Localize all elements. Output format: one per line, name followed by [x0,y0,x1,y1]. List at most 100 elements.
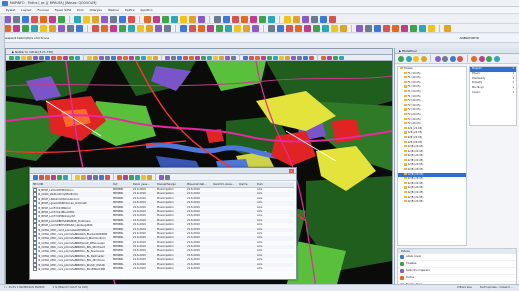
tool-button-icon[interactable] [51,174,56,180]
tool-button-icon[interactable] [365,24,372,32]
tool-button-icon[interactable] [153,15,160,23]
tool-button-icon[interactable] [45,55,50,60]
close-icon[interactable]: × [289,169,294,173]
tool-button-icon[interactable] [249,55,254,60]
tool-button-icon[interactable] [471,55,477,62]
tool-button-icon[interactable] [99,174,104,180]
tool-button-icon[interactable] [101,24,108,32]
tool-button-icon[interactable] [434,55,441,62]
tool-button-icon[interactable] [58,24,65,32]
task-item[interactable]: Tlreatsa [398,261,516,268]
tool-button-icon[interactable] [63,55,68,60]
tool-button-icon[interactable] [444,24,451,32]
tool-button-icon[interactable] [457,55,463,62]
tool-button-icon[interactable] [155,24,162,32]
tool-button-icon[interactable] [189,15,196,23]
layer-dialog[interactable]: × Mtm MR Ovt Dekor yeev... Discaprifelar… [29,167,297,280]
tool-button-icon[interactable] [128,24,135,32]
tool-button-icon[interactable] [119,15,126,23]
menu-item[interactable]: Pelltre [125,7,134,14]
tool-button-icon[interactable] [45,174,50,180]
tool-button-icon[interactable] [92,15,99,23]
menu-item[interactable]: Ollaryes [90,7,102,14]
tool-button-icon[interactable] [420,55,427,62]
tool-button-icon[interactable] [39,55,44,60]
tool-button-icon[interactable] [83,15,90,23]
tool-button-icon[interactable] [189,24,196,32]
tool-button-icon[interactable] [331,24,338,32]
tool-button-icon[interactable] [198,24,205,32]
column-header[interactable]: Mtm MR [32,182,112,187]
tool-button-icon[interactable] [111,55,116,60]
tool-button-icon[interactable] [329,15,336,23]
tool-button-icon[interactable] [267,55,272,60]
tool-button-icon[interactable] [268,15,275,23]
tool-button-icon[interactable] [321,55,326,60]
tool-button-icon[interactable] [268,24,275,32]
tool-button-icon[interactable] [255,55,260,60]
tool-button-icon[interactable] [58,15,65,23]
tool-button-icon[interactable] [123,174,128,180]
tool-button-icon[interactable] [183,55,188,60]
tool-button-icon[interactable] [309,55,314,60]
tool-button-icon[interactable] [252,24,259,32]
tool-button-icon[interactable] [225,24,232,32]
tool-button-icon[interactable] [320,15,327,23]
tool-button-icon[interactable] [401,24,408,32]
menu-item[interactable]: Pnm [77,7,84,14]
tool-button-icon[interactable] [250,15,257,23]
tool-button-icon[interactable] [428,24,435,32]
tool-button-icon[interactable] [40,24,47,32]
tool-button-icon[interactable] [286,24,293,32]
tool-button-icon[interactable] [4,24,11,32]
tool-button-icon[interactable] [99,55,104,60]
tool-button-icon[interactable] [231,55,236,60]
tool-button-icon[interactable] [40,15,47,23]
tool-button-icon[interactable] [405,55,412,62]
tool-button-icon[interactable] [311,15,318,23]
tool-button-icon[interactable] [295,24,302,32]
tool-button-icon[interactable] [171,55,176,60]
tool-button-icon[interactable] [486,55,492,62]
tool-button-icon[interactable] [105,55,110,60]
tool-button-icon[interactable] [333,55,338,60]
tool-button-icon[interactable] [137,24,144,32]
tool-button-icon[interactable] [493,55,500,62]
tool-button-icon[interactable] [291,55,296,60]
tool-button-icon[interactable] [128,15,135,23]
tool-button-icon[interactable] [189,55,194,60]
tool-button-icon[interactable] [410,24,417,32]
tool-button-icon[interactable] [207,55,212,60]
tool-button-icon[interactable] [22,15,29,23]
task-item[interactable]: Sslendns mappers [398,268,516,275]
tool-button-icon[interactable] [241,15,248,23]
tool-button-icon[interactable] [304,24,311,32]
tool-button-icon[interactable] [180,24,187,32]
tool-button-icon[interactable] [398,55,404,62]
menu-item[interactable]: Ippotlco [141,7,153,14]
tool-button-icon[interactable] [22,24,29,32]
tool-button-icon[interactable] [223,15,230,23]
tool-button-icon[interactable] [21,55,26,60]
tool-button-icon[interactable] [27,55,32,60]
tool-button-icon[interactable] [76,24,83,32]
tool-button-icon[interactable] [13,15,20,23]
tool-button-icon[interactable] [141,174,146,180]
tool-button-icon[interactable] [285,55,290,60]
tool-button-icon[interactable] [141,55,146,60]
tool-button-icon[interactable] [147,174,152,180]
tool-button-icon[interactable] [383,24,390,32]
tool-button-icon[interactable] [110,24,117,32]
tool-button-icon[interactable] [93,174,98,180]
tool-button-icon[interactable] [49,24,56,32]
tool-button-icon[interactable] [303,55,308,60]
tool-button-icon[interactable] [216,24,223,32]
tool-button-icon[interactable] [101,15,108,23]
tool-button-icon[interactable] [63,174,68,180]
tool-button-icon[interactable] [165,55,170,60]
tool-button-icon[interactable] [356,24,363,32]
checkbox[interactable] [33,267,38,272]
tool-button-icon[interactable] [201,55,206,60]
tool-button-icon[interactable] [279,55,284,60]
tool-button-icon[interactable] [57,174,62,180]
